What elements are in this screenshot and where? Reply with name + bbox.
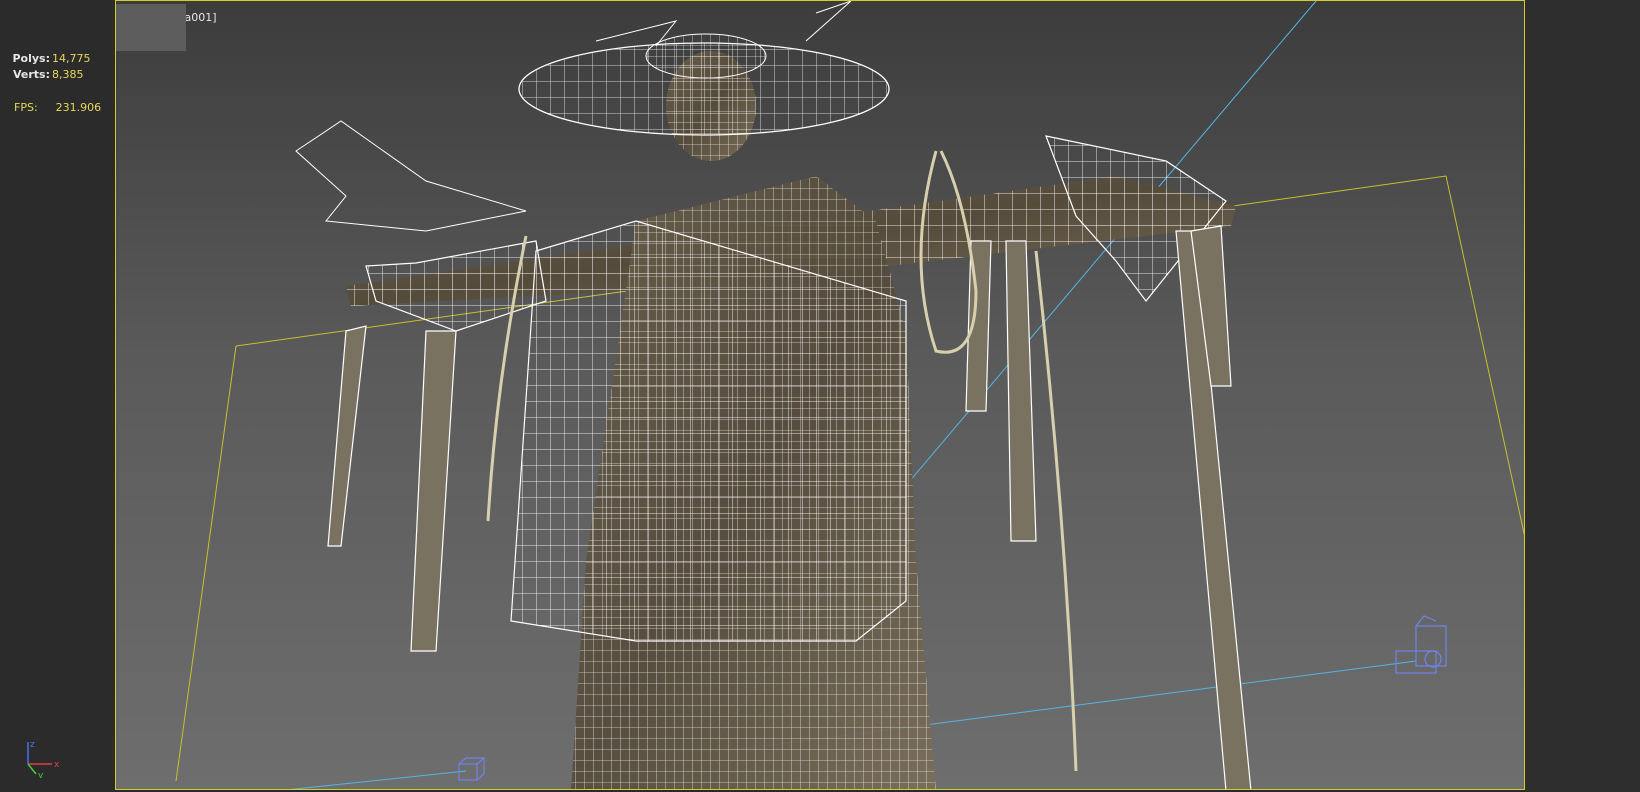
axis-z-label: z: [30, 740, 35, 750]
verts-stat: Verts: 8,385: [10, 68, 84, 81]
viewport-thumbnail: [116, 4, 186, 51]
scarecrow-model[interactable]: [295, 1, 1252, 790]
verts-value: 8,385: [52, 68, 84, 81]
fps-stat: FPS: 231.906: [14, 101, 101, 114]
scene-render[interactable]: [116, 1, 1525, 790]
verts-label: Verts:: [12, 68, 50, 81]
polys-stat: Polys: 14,775: [10, 52, 91, 65]
fps-value: 231.906: [55, 101, 102, 114]
fps-label: FPS:: [14, 101, 38, 114]
right-panel: [1525, 0, 1640, 792]
camera-target-icon[interactable]: [458, 757, 486, 781]
polys-value: 14,775: [52, 52, 91, 65]
left-panel: [0, 0, 115, 792]
axis-gizmo-icon: z x y: [18, 738, 68, 782]
axis-y-label: y: [38, 771, 44, 778]
axis-x-label: x: [54, 760, 60, 770]
camera-gizmo-icon[interactable]: [1395, 615, 1447, 674]
camera-viewport[interactable]: [+][Camera001]: [115, 0, 1525, 790]
polys-label: Polys:: [12, 52, 50, 65]
